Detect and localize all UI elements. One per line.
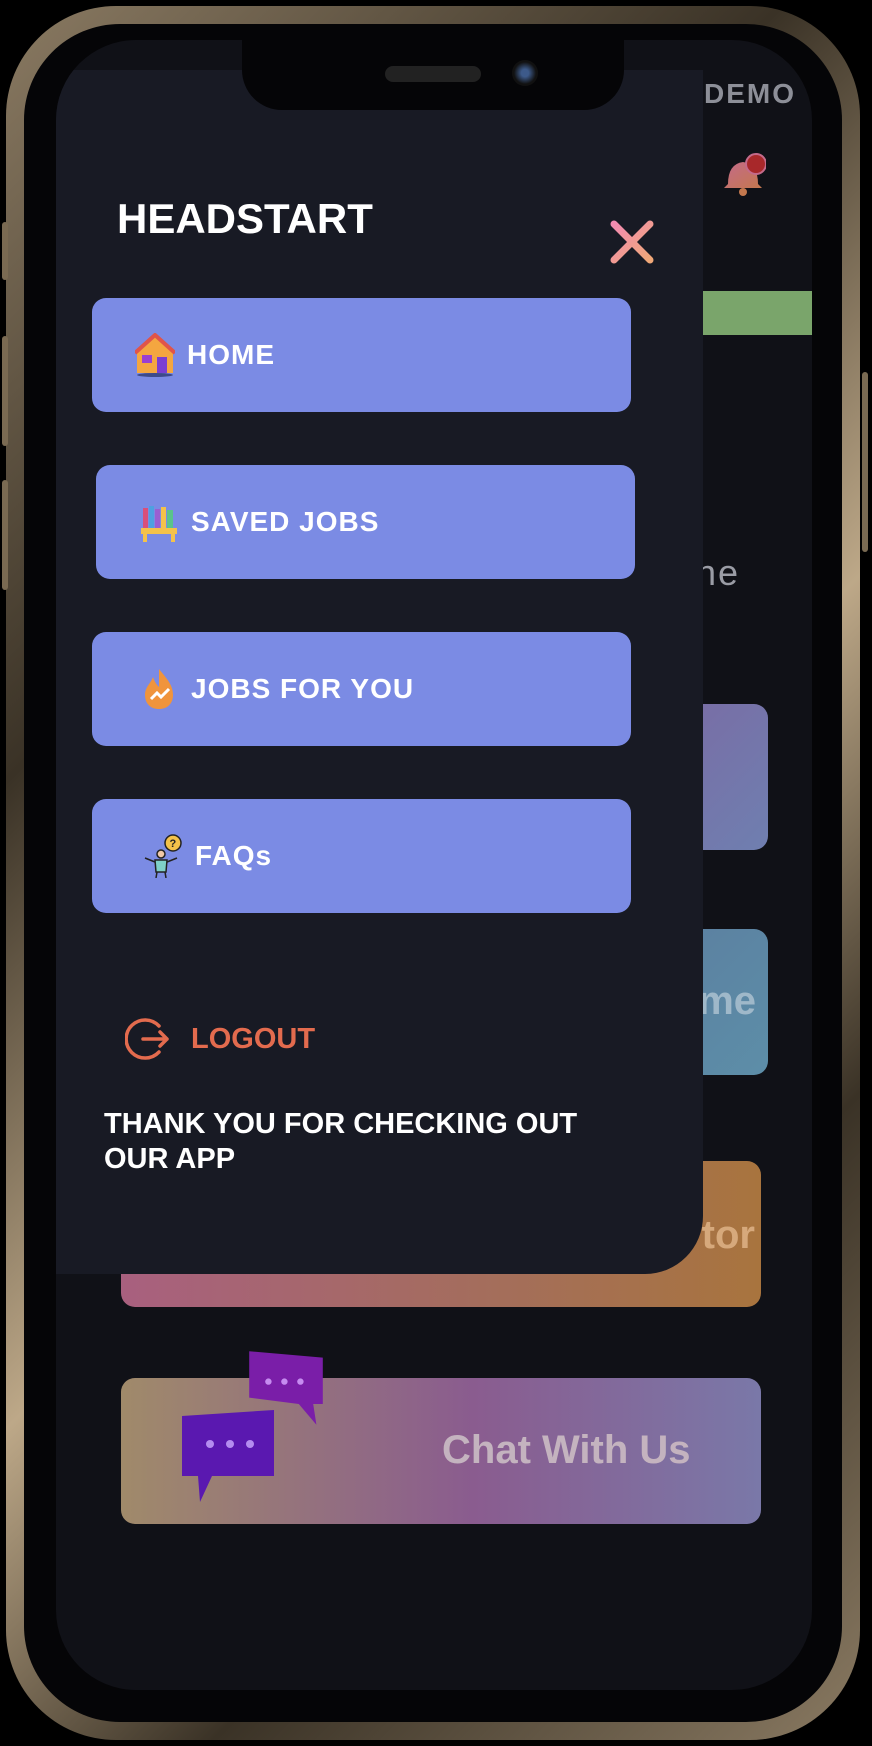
menu-label: JOBS FOR YOU (191, 673, 415, 704)
menu-item-jobs-for-you[interactable]: JOBS FOR YOU (92, 632, 631, 746)
menu-label: SAVED JOBS (191, 506, 380, 537)
demo-label: DEMO (704, 78, 796, 109)
footer-message: THANK YOU FOR CHECKING OUT OUR APP (104, 1108, 578, 1175)
notch (242, 40, 624, 110)
logout-button[interactable]: LOGOUT (125, 1016, 315, 1062)
bookshelf-icon (141, 506, 177, 542)
chat-bubble-icon (182, 1410, 274, 1502)
flame-trend-icon (145, 669, 173, 709)
phone-screen: DEMO he me tor Chat With Us HEADSTART HO… (56, 40, 812, 1690)
menu-label: HOME (187, 339, 275, 370)
logout-label: LOGOUT (191, 1022, 316, 1055)
bell-icon[interactable] (720, 152, 766, 198)
menu-item-faqs[interactable]: ? FAQs (92, 799, 631, 913)
navigation-drawer: HEADSTART HOME SAVED JOBS JOBS FOR YOU ?… (56, 70, 703, 1274)
power-button (862, 372, 868, 552)
front-camera (512, 60, 538, 86)
menu-item-saved-jobs[interactable]: SAVED JOBS (96, 465, 635, 579)
silent-switch (2, 222, 8, 280)
house-icon (135, 333, 175, 377)
question-person-icon: ? (144, 834, 182, 878)
menu-item-home[interactable]: HOME (92, 298, 631, 412)
speaker-grille (385, 66, 481, 82)
card-title: me (698, 979, 756, 1023)
close-icon[interactable] (608, 218, 656, 266)
card-title: tor (701, 1213, 755, 1257)
app-title: HEADSTART (117, 195, 373, 242)
volume-up-button (2, 336, 8, 446)
svg-text:?: ? (170, 838, 177, 850)
logout-icon (125, 1018, 169, 1060)
menu-label: FAQs (195, 840, 273, 871)
volume-down-button (2, 480, 8, 590)
chat-label: Chat With Us (442, 1428, 691, 1472)
